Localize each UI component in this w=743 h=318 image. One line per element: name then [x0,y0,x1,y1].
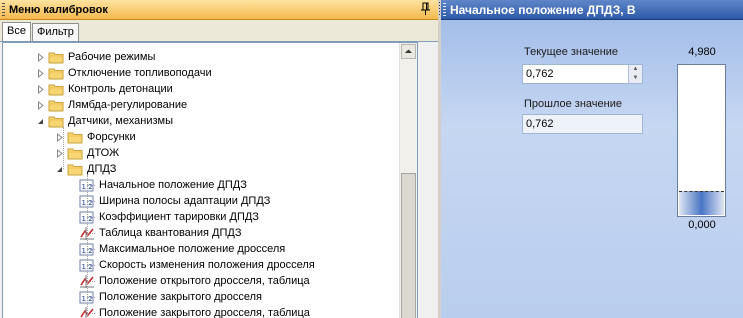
tree-item-label: Начальное положение ДПДЗ [99,179,247,191]
gauge-min-label: 0,000 [688,219,716,231]
tree-item[interactable]: ДТОЖ [55,145,119,161]
expander-closed-icon[interactable] [36,100,45,110]
menu-tabs: Все Фильтр [0,20,438,42]
gauge-max-label: 4,980 [688,46,716,58]
tree-connector [87,249,95,250]
folder-icon [48,116,64,127]
folder-icon [67,148,83,159]
tree-item[interactable]: Положение закрытого дросселя, таблица [79,305,310,318]
expander-closed-icon[interactable] [36,68,45,78]
tab-all[interactable]: Все [2,22,31,41]
value-spinner[interactable]: ▲ ▼ [628,65,642,83]
tree-item[interactable]: 1.2 Ширина полосы адаптации ДПДЗ [79,193,270,209]
tree-item[interactable]: Лямбда-регулирование [36,97,187,113]
grip-icon[interactable] [2,3,5,16]
previous-value-field: 0,762 [522,114,643,134]
expander-closed-icon[interactable] [36,52,45,62]
tree-item[interactable]: 1.2 Коэффициент тарировки ДПДЗ [79,209,259,225]
tree-item-label: Коэффициент тарировки ДПДЗ [99,211,259,223]
tree-item[interactable]: Рабочие режимы [36,49,155,65]
gauge-fill [679,190,724,215]
tree-connector [87,313,95,314]
tree-item[interactable]: 1.2 Положение закрытого дросселя [79,289,262,305]
calibration-menu-titlebar: Меню калибровок [0,0,438,20]
tree-item-label: Лямбда-регулирование [68,99,188,111]
tree-item-label: Положение открытого дросселя, таблица [99,275,310,287]
expander-open-icon[interactable] [36,117,45,126]
folder-icon [48,68,64,79]
tree-item-label: ДТОЖ [87,147,120,159]
tree-item-label: Максимальное положение дросселя [99,243,286,255]
pin-icon[interactable] [420,2,432,16]
folder-icon [48,84,64,95]
tree-item-label: Рабочие режимы [68,51,156,63]
grip-icon[interactable] [443,3,446,16]
current-value-field[interactable]: 0,762 ▲ ▼ [522,64,643,84]
tree-item-label: Контроль детонации [68,83,173,95]
tree-connector [87,281,95,282]
tree-item[interactable]: Датчики, механизмы [36,113,173,129]
arrow-up-icon [405,49,412,53]
tree-item[interactable]: 1.2 Максимальное положение дросселя [79,241,285,257]
tree-item-label: ДПДЗ [87,163,117,175]
tree-item-label: Таблица квантования ДПДЗ [99,227,242,239]
tree-item-label: Положение закрытого дросселя [99,291,262,303]
panel-title: Меню калибровок [9,3,108,16]
tree-item[interactable]: Таблица квантования ДПДЗ [79,225,241,241]
tree-item-label: Положение закрытого дросселя, таблица [99,307,310,318]
calibration-menu-panel: Меню калибровок Все Фильтр Рабочие режим… [0,0,438,318]
tab-filter[interactable]: Фильтр [31,23,79,41]
tree-connector [87,185,95,186]
tree-item[interactable]: Контроль детонации [36,81,173,97]
calibration-tree[interactable]: Рабочие режимы Отключение топливоподачи Ко… [2,42,418,318]
tree-item-label: Датчики, механизмы [68,115,173,127]
tree-item[interactable]: Форсунки [55,129,136,145]
current-value-label: Текущее значение [524,46,619,58]
tree-item-label: Отключение топливоподачи [68,67,212,79]
folder-icon [67,132,83,143]
splitter-grip-icon [439,2,440,16]
parameter-titlebar: Начальное положение ДПДЗ, В [441,0,743,20]
tree-item-label: Форсунки [87,131,136,143]
tree-item[interactable]: ДПДЗ [55,161,116,177]
tree-connector [87,297,95,298]
tree-item[interactable]: Положение открытого дросселя, таблица [79,273,310,289]
previous-value-label: Прошлое значение [524,98,622,110]
tree-connector [87,217,95,218]
parameter-title: Начальное положение ДПДЗ, В [450,2,636,17]
spin-up-icon[interactable]: ▲ [628,65,642,74]
tree-connector [87,265,95,266]
value-gauge [677,64,726,217]
previous-value-text: 0,762 [526,118,554,130]
parameter-panel: Начальное положение ДПДЗ, В Текущее знач… [441,0,743,318]
folder-icon [67,164,83,175]
tree-item[interactable]: 1.2 Скорость изменения положения дросселя [79,257,315,273]
tree-item[interactable]: Отключение топливоподачи [36,65,212,81]
spin-down-icon[interactable]: ▼ [628,74,642,83]
tree-connector [63,127,64,169]
tree-connector [87,201,95,202]
current-value-text: 0,762 [526,68,554,80]
scroll-thumb[interactable] [401,173,416,318]
tree-item[interactable]: 1.2 Начальное положение ДПДЗ [79,177,247,193]
tree-item-label: Скорость изменения положения дросселя [99,259,315,271]
tree-item-label: Ширина полосы адаптации ДПДЗ [99,195,271,207]
folder-icon [48,52,64,63]
scroll-up-button[interactable] [401,44,416,59]
tree-vertical-scrollbar[interactable] [399,43,417,318]
tree-connector [87,233,95,234]
expander-closed-icon[interactable] [36,84,45,94]
folder-icon [48,100,64,111]
